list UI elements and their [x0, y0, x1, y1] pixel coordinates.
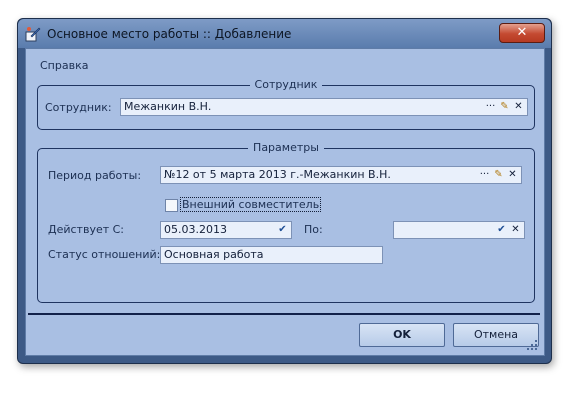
parameters-group: Параметры Период работы: №12 от 5 марта … — [37, 141, 535, 303]
window-title: Основное место работы :: Добавление — [47, 27, 292, 41]
employee-field[interactable]: Межанкин В.Н. ··· ✎ ✕ — [120, 98, 528, 116]
status-value: Основная работа — [164, 248, 264, 261]
ellipsis-icon[interactable]: ··· — [478, 168, 491, 182]
dropdown-check-icon[interactable]: ✔ — [276, 223, 289, 237]
ok-button[interactable]: OK — [359, 323, 445, 347]
clear-x-icon[interactable]: ✕ — [512, 100, 525, 114]
separator-line — [28, 313, 540, 315]
employee-group: Сотрудник Сотрудник: Межанкин В.Н. ··· ✎… — [37, 78, 535, 130]
valid-to-label: По: — [304, 223, 323, 236]
close-button[interactable]: ✕ — [499, 23, 545, 43]
employee-label: Сотрудник: — [45, 101, 112, 114]
cancel-button-label: Отмена — [473, 328, 519, 341]
ellipsis-icon[interactable]: ··· — [484, 100, 497, 114]
period-label: Период работы: — [48, 169, 142, 182]
valid-to-field[interactable]: ✔ ✕ — [393, 221, 525, 239]
dialog-window: Основное место работы :: Добавление ✕ Сп… — [17, 18, 552, 364]
status-field[interactable]: Основная работа — [160, 246, 383, 264]
app-icon — [25, 27, 41, 42]
period-field[interactable]: №12 от 5 марта 2013 г.-Межанкин В.Н. ···… — [160, 166, 522, 184]
dropdown-check-icon[interactable]: ✔ — [495, 223, 508, 237]
valid-from-value: 05.03.2013 — [164, 223, 227, 236]
edit-pen-icon[interactable]: ✎ — [492, 168, 505, 182]
clear-x-icon[interactable]: ✕ — [506, 168, 519, 182]
dialog-client-area: Справка Сотрудник Сотрудник: Межанкин В.… — [25, 48, 545, 356]
title-bar[interactable]: Основное место работы :: Добавление ✕ — [18, 19, 551, 48]
employee-group-title: Сотрудник — [249, 78, 323, 91]
resize-grip-icon[interactable] — [526, 339, 538, 351]
valid-from-field[interactable]: 05.03.2013 ✔ — [160, 221, 292, 239]
period-value: №12 от 5 марта 2013 г.-Межанкин В.Н. — [164, 168, 391, 181]
menu-help[interactable]: Справка — [40, 59, 88, 72]
valid-from-label: Действует С: — [48, 223, 125, 236]
external-checkbox-label[interactable]: Внешний совместитель — [180, 197, 322, 212]
status-label: Статус отношений: — [48, 248, 161, 261]
ok-button-label: OK — [393, 328, 411, 341]
employee-value: Межанкин В.Н. — [124, 100, 212, 113]
external-checkbox[interactable] — [165, 199, 178, 212]
close-icon: ✕ — [516, 25, 528, 40]
clear-x-icon[interactable]: ✕ — [509, 223, 522, 237]
parameters-group-title: Параметры — [248, 141, 324, 154]
edit-pen-icon[interactable]: ✎ — [498, 100, 511, 114]
